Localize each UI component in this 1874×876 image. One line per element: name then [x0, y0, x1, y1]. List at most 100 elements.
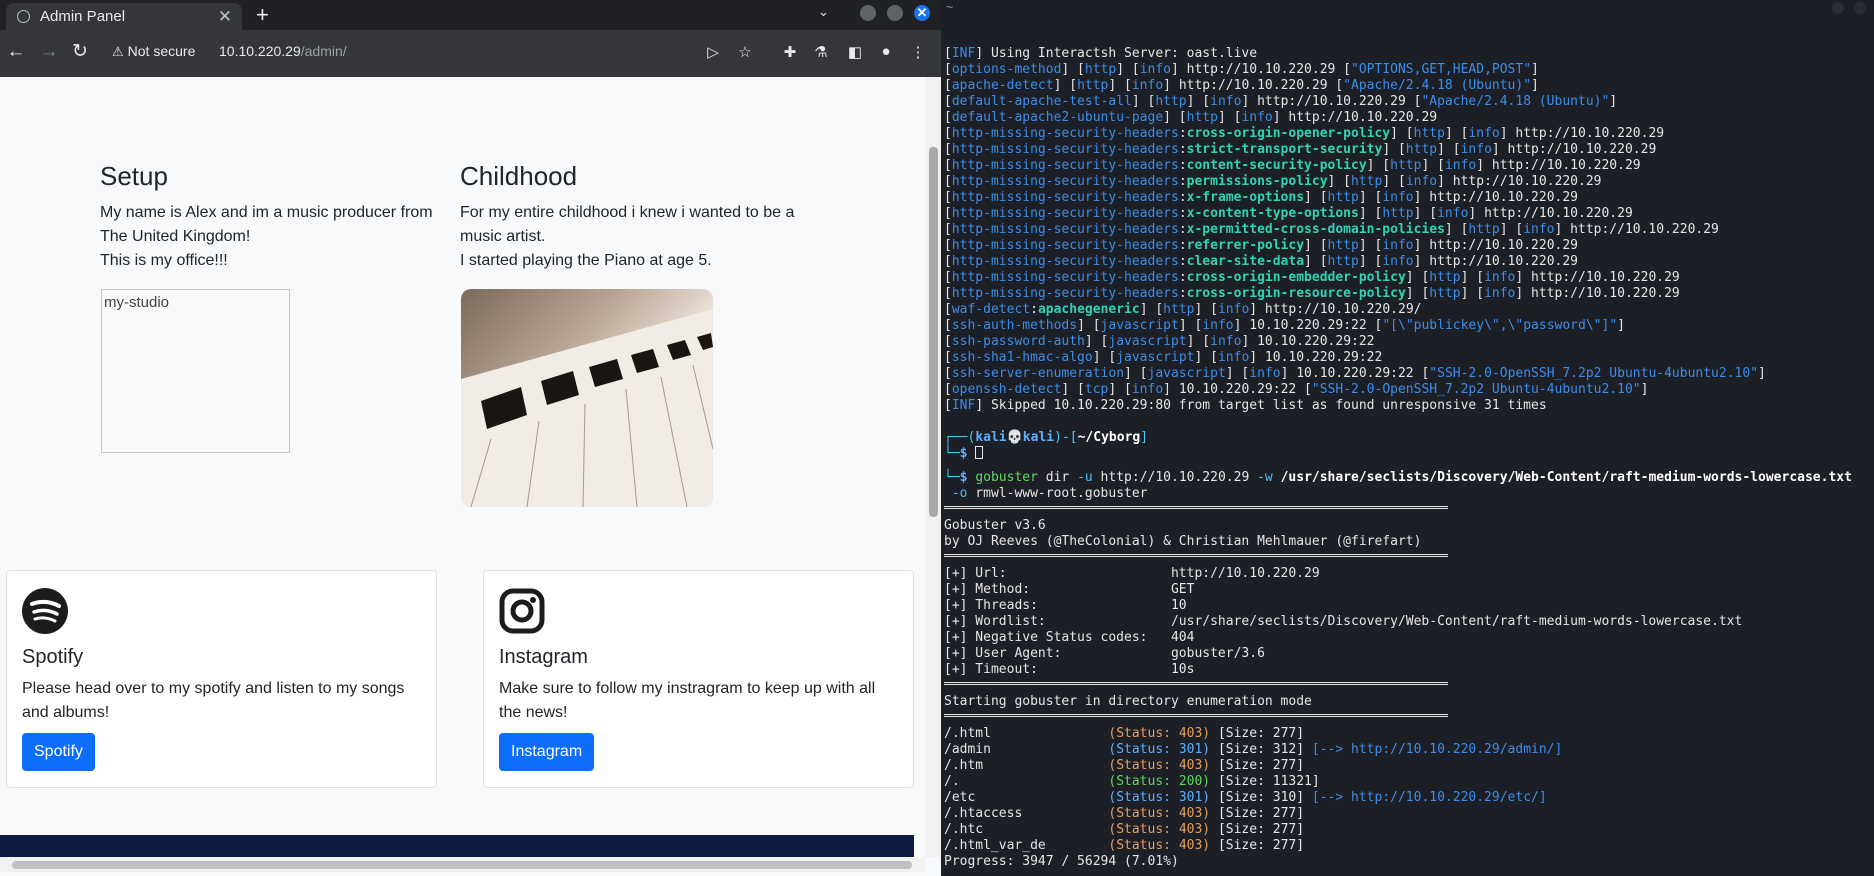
reload-icon[interactable]: ↻ — [68, 40, 92, 64]
terminal-config-line: [+] Method: GET — [944, 582, 1195, 597]
terminal-log-line: [http-missing-security-headers:referrer-… — [944, 238, 1579, 253]
horizontal-scroll-thumb[interactable] — [12, 861, 912, 869]
gobuster-result-row: /etc (Status: 301) [Size: 310] [--> http… — [944, 790, 1547, 805]
setup-text: My name is Alex and im a music producer … — [100, 201, 433, 273]
new-tab-button[interactable]: + — [256, 1, 269, 29]
terminal-window[interactable]: ~ [INF] Using Interactsh Server: oast.li… — [944, 0, 1874, 876]
forward-icon[interactable]: → — [37, 40, 61, 64]
maximize-button[interactable] — [887, 5, 903, 21]
terminal-log-line: [http-missing-security-headers:x-frame-o… — [944, 190, 1579, 205]
terminal-config-line: [+] Timeout: 10s — [944, 662, 1195, 677]
terminal-separator — [944, 554, 1448, 557]
lab-icon[interactable]: ⚗ — [811, 43, 831, 61]
piano-image — [461, 289, 713, 507]
terminal-title: ~ — [946, 0, 954, 14]
terminal-separator — [944, 714, 1448, 717]
footer-bar — [0, 835, 914, 857]
spotify-text: Please head over to my spotify and liste… — [22, 677, 422, 725]
setup-line: This is my office!!! — [100, 252, 228, 269]
terminal-config-line: [+] Wordlist: /usr/share/seclists/Discov… — [944, 614, 1743, 629]
terminal-progress: Progress: 3947 / 56294 (7.01%) — [944, 854, 1179, 869]
terminal-log-line: [options-method] [http] [info] http://10… — [944, 62, 1539, 77]
terminal-log-line: [http-missing-security-headers:cross-ori… — [944, 270, 1680, 285]
instagram-title: Instagram — [499, 646, 588, 668]
terminal-log-line: [ssh-auth-methods] [javascript] [info] 1… — [944, 318, 1625, 333]
piano-keys-graphic — [461, 309, 713, 507]
send-icon[interactable]: ▷ — [703, 43, 723, 61]
terminal-config-line: [+] Url: http://10.10.220.29 — [944, 566, 1320, 581]
terminal-log-line: [http-missing-security-headers:x-permitt… — [944, 222, 1719, 237]
terminal-close-button[interactable] — [1854, 2, 1866, 14]
terminal-log-line: [http-missing-security-headers:x-content… — [944, 206, 1633, 221]
childhood-line: I started playing the Piano at age 5. — [460, 252, 712, 269]
terminal-log-line: [http-missing-security-headers:cross-ori… — [944, 126, 1665, 141]
instagram-text-line: Make sure to follow my instragram to kee… — [499, 680, 876, 697]
terminal-banner-line: Gobuster v3.6 — [944, 518, 1046, 533]
terminal-prompt: ┌──(kali💀kali)-[~/Cyborg] — [944, 430, 1149, 445]
childhood-text: For my entire childhood i knew i wanted … — [460, 201, 794, 273]
menu-icon[interactable]: ⋮ — [908, 43, 928, 61]
terminal-prompt-cursor: └─$ — [944, 446, 984, 462]
childhood-line: For my entire childhood i knew i wanted … — [460, 204, 795, 221]
vertical-scroll-thumb[interactable] — [929, 147, 938, 517]
instagram-text: Make sure to follow my instragram to kee… — [499, 677, 899, 725]
vertical-scrollbar[interactable] — [926, 77, 941, 857]
address-bar[interactable]: 10.10.220.29/admin/ — [219, 43, 347, 59]
terminal-log-line: [INF] Skipped 10.10.220.29:80 from targe… — [944, 398, 1547, 413]
close-tab-icon[interactable]: ✕ — [218, 3, 232, 30]
terminal-log-line: [apache-detect] [http] [info] http://10.… — [944, 78, 1539, 93]
spotify-title: Spotify — [22, 646, 84, 668]
close-window-button[interactable]: ✕ — [914, 5, 930, 21]
tab-admin-panel[interactable]: Admin Panel ✕ — [6, 3, 242, 30]
terminal-title-bar: ~ — [944, 0, 1874, 18]
terminal-command: └─$ gobuster dir -u http://10.10.220.29 … — [944, 470, 1852, 485]
spotify-button[interactable]: Spotify — [22, 733, 95, 771]
warning-icon: ⚠ — [112, 44, 124, 59]
terminal-config-line: [+] User Agent: gobuster/3.6 — [944, 646, 1265, 661]
tab-title: Admin Panel — [40, 8, 126, 25]
childhood-line: music artist. — [460, 228, 546, 245]
side-panel-icon[interactable]: ◧ — [845, 43, 865, 61]
gobuster-result-row: /.htaccess (Status: 403) [Size: 277] — [944, 806, 1305, 821]
instagram-card: Instagram Make sure to follow my instrag… — [483, 570, 914, 788]
profile-icon[interactable]: ● — [876, 43, 896, 60]
navigation-bar: ← → ↻ ⚠ Not secure 10.10.220.29/admin/ ▷ … — [0, 30, 941, 77]
terminal-log-line: [http-missing-security-headers:cross-ori… — [944, 286, 1680, 301]
browser-window: Admin Panel ✕ + ⌄ ✕ ← → ↻ ⚠ Not secure 10… — [0, 0, 941, 876]
my-studio-image: my-studio — [101, 289, 290, 453]
broken-image-alt: my-studio — [104, 294, 170, 311]
terminal-command-cont: -o rmwl-www-root.gobuster — [951, 486, 1148, 501]
terminal-config-line: [+] Negative Status codes: 404 — [944, 630, 1195, 645]
globe-icon — [17, 10, 30, 23]
terminal-log-line: [openssh-detect] [tcp] [info] 10.10.220.… — [944, 382, 1649, 397]
tab-list-chevron-icon[interactable]: ⌄ — [818, 4, 829, 20]
terminal-log-line: [ssh-sha1-hmac-algo] [javascript] [info]… — [944, 350, 1383, 365]
minimize-button[interactable] — [860, 5, 876, 21]
terminal-separator — [944, 506, 1448, 509]
bookmark-star-icon[interactable]: ☆ — [735, 43, 755, 61]
terminal-log-line: [waf-detect:apachegeneric] [http] [info]… — [944, 302, 1422, 317]
terminal-log-line: [ssh-server-enumeration] [javascript] [i… — [944, 366, 1766, 381]
gobuster-result-row: /.htc (Status: 403) [Size: 277] — [944, 822, 1305, 837]
tab-bar: Admin Panel ✕ + ⌄ ✕ — [0, 0, 941, 30]
horizontal-scrollbar[interactable] — [0, 857, 926, 872]
setup-line: The United Kingdom! — [100, 228, 251, 245]
gobuster-result-row: /admin (Status: 301) [Size: 312] [--> ht… — [944, 742, 1563, 757]
spotify-text-line: and albums! — [22, 704, 110, 721]
setup-heading: Setup — [100, 161, 168, 191]
extensions-icon[interactable]: ✚ — [780, 43, 800, 61]
spotify-card: Spotify Please head over to my spotify a… — [6, 570, 437, 788]
terminal-start-message: Starting gobuster in directory enumerati… — [944, 694, 1312, 709]
security-indicator[interactable]: ⚠ Not secure — [112, 43, 195, 60]
terminal-log-line: [default-apache2-ubuntu-page] [http] [in… — [944, 110, 1438, 125]
terminal-minimize-button[interactable] — [1832, 2, 1844, 14]
back-icon[interactable]: ← — [4, 40, 28, 64]
instagram-text-line: the news! — [499, 704, 568, 721]
terminal-log-line: [http-missing-security-headers:permissio… — [944, 174, 1602, 189]
gobuster-result-row: /.html_var_de (Status: 403) [Size: 277] — [944, 838, 1305, 853]
url-path: /admin/ — [300, 43, 347, 59]
spotify-icon — [22, 588, 68, 634]
instagram-button[interactable]: Instagram — [499, 733, 595, 771]
terminal-log-line: [http-missing-security-headers:strict-tr… — [944, 142, 1657, 157]
terminal-banner-line: by OJ Reeves (@TheColonial) & Christian … — [944, 534, 1422, 549]
